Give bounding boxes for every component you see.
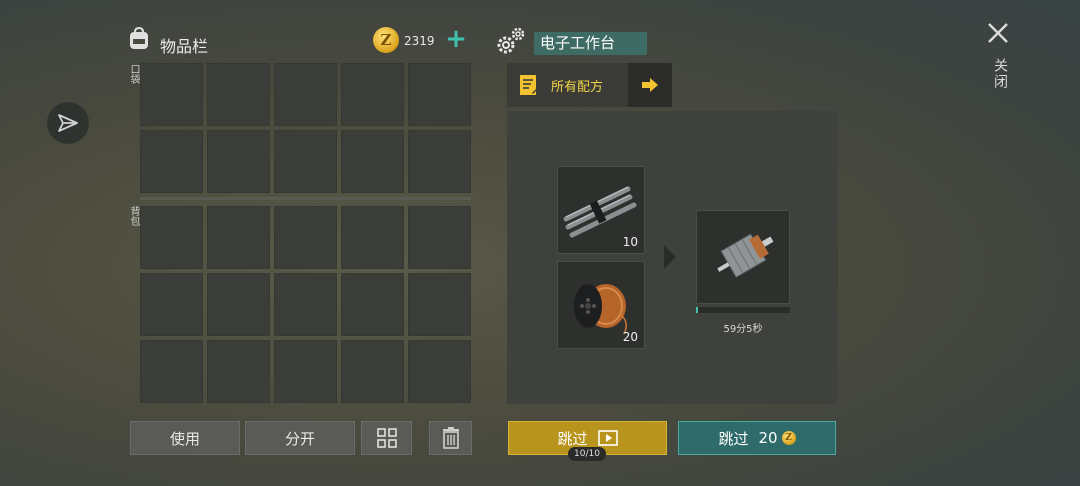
craft-timer: 59分5秒: [723, 324, 763, 335]
inventory-slot[interactable]: [408, 130, 471, 193]
use-button[interactable]: 使用: [130, 421, 240, 455]
recipes-next-button[interactable]: [628, 63, 672, 107]
coin-icon: Z: [781, 431, 796, 445]
pocket-grid: [140, 63, 471, 193]
trash-icon: [442, 427, 459, 449]
inventory-slot[interactable]: [140, 340, 203, 403]
inventory-slot[interactable]: [140, 206, 203, 269]
craft-arrow-icon: [664, 245, 676, 269]
backpack-grid: [140, 206, 471, 403]
close-icon: [988, 23, 1008, 43]
inventory-slot[interactable]: [140, 63, 203, 126]
skip-coin-label: 跳过: [718, 429, 749, 448]
workbench-title: 电子工作台: [534, 32, 647, 55]
section-divider: [140, 197, 471, 200]
inventory-slot[interactable]: [341, 273, 404, 336]
inventory-slot[interactable]: [408, 63, 471, 126]
inventory-slot[interactable]: [274, 273, 337, 336]
inventory-slot[interactable]: [207, 63, 270, 126]
backpack-icon: [126, 26, 152, 52]
skip-coin-button[interactable]: 跳过 20 Z: [678, 421, 836, 455]
pocket-label: 口袋: [128, 64, 139, 84]
all-recipes-label: 所有配方: [551, 79, 604, 95]
inventory-slot[interactable]: [341, 63, 404, 126]
coin-icon: Z: [373, 27, 399, 53]
inventory-slot[interactable]: [341, 206, 404, 269]
recipe-note-icon: [520, 75, 540, 95]
inventory-slot[interactable]: [207, 130, 270, 193]
inventory-slot[interactable]: [207, 273, 270, 336]
navigate-button[interactable]: [47, 102, 89, 144]
ingredient-qty: 20: [622, 330, 638, 344]
add-coins-button[interactable]: +: [445, 26, 467, 52]
skip-coin-cost: 20: [758, 429, 778, 447]
grid-sort-icon: [376, 428, 397, 448]
ad-skip-count: 10/10: [568, 447, 606, 461]
inventory-slot[interactable]: [140, 273, 203, 336]
inventory-slot[interactable]: [408, 340, 471, 403]
inventory-slot[interactable]: [341, 340, 404, 403]
inventory-slot[interactable]: [274, 340, 337, 403]
video-play-icon: [597, 430, 618, 446]
inventory-slot[interactable]: [408, 273, 471, 336]
inventory-slot[interactable]: [274, 130, 337, 193]
inventory-slot[interactable]: [207, 340, 270, 403]
craft-progress-fill: [696, 307, 698, 313]
electric-motor-icon: [717, 233, 774, 278]
inventory-slot[interactable]: [207, 206, 270, 269]
coin-count: 2319: [404, 34, 435, 48]
inventory-slot[interactable]: [408, 206, 471, 269]
sort-button[interactable]: [361, 421, 412, 455]
output-slot[interactable]: [696, 210, 790, 304]
arrow-right-icon: [642, 78, 658, 92]
inventory-slot[interactable]: [274, 206, 337, 269]
split-button[interactable]: 分开: [245, 421, 355, 455]
gear-icon: [494, 24, 528, 58]
inventory-title: 物品栏: [160, 37, 209, 56]
ingredient-slot[interactable]: 20: [557, 261, 645, 349]
send-arrow-icon: [58, 114, 78, 132]
inventory-slot[interactable]: [341, 130, 404, 193]
skip-ad-label: 跳过: [557, 429, 588, 448]
backpack-label: 背包: [128, 206, 139, 226]
inventory-slot[interactable]: [140, 130, 203, 193]
inventory-slot[interactable]: [274, 63, 337, 126]
ingredient-qty: 10: [622, 235, 638, 249]
craft-progress-bar: [696, 307, 790, 313]
all-recipes-tab[interactable]: 所有配方: [507, 63, 628, 107]
close-button[interactable]: [985, 20, 1011, 46]
trash-button[interactable]: [429, 421, 472, 455]
ingredient-slot[interactable]: 10: [557, 166, 645, 254]
close-label: 关闭: [992, 58, 1008, 90]
